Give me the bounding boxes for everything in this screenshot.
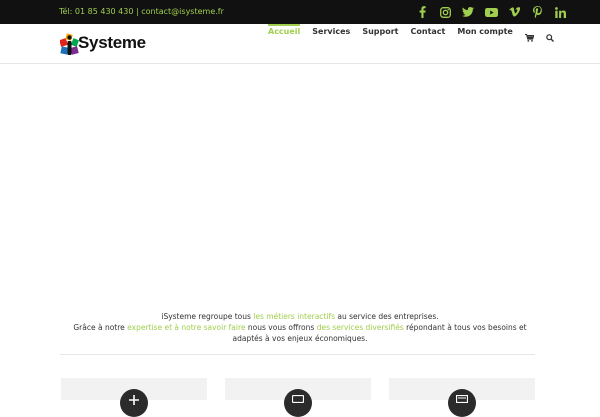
intro-line-2: Grâce à notre expertise et à notre savoi… xyxy=(73,323,527,343)
email-link[interactable]: contact@isysteme.fr xyxy=(141,7,224,16)
service-icon-2 xyxy=(284,389,312,417)
social-links xyxy=(413,4,569,20)
logo-mark-icon xyxy=(60,33,80,55)
service-icon-1 xyxy=(120,389,148,417)
section-divider xyxy=(60,354,535,355)
logo-wordmark: Systeme xyxy=(78,33,146,52)
contact-separator: | xyxy=(135,7,139,16)
phone-number[interactable]: Tél: 01 85 430 430 xyxy=(59,7,133,16)
facebook-icon[interactable] xyxy=(413,4,431,20)
link-services-diversifies[interactable]: des services diversifiés xyxy=(317,323,404,332)
nav-item-support[interactable]: Support xyxy=(362,24,398,40)
service-card-3[interactable] xyxy=(389,378,535,417)
cart-icon[interactable] xyxy=(524,24,535,42)
linkedin-icon[interactable] xyxy=(551,4,569,20)
intro-line-1: iSysteme regroupe tous les métiers inter… xyxy=(161,312,439,321)
link-metiers-interactifs[interactable]: les métiers interactifs xyxy=(253,312,335,321)
pinterest-icon[interactable] xyxy=(528,4,546,20)
contact-info: Tél: 01 85 430 430 | contact@isysteme.fr xyxy=(59,6,224,18)
site-logo[interactable]: Systeme xyxy=(60,30,152,58)
nav-item-accueil[interactable]: Accueil xyxy=(268,24,301,40)
link-expertise[interactable]: expertise et à notre savoir faire xyxy=(127,323,245,332)
service-card-1[interactable] xyxy=(61,378,207,417)
youtube-icon[interactable] xyxy=(482,4,500,20)
search-icon[interactable] xyxy=(546,24,554,42)
top-bar: Tél: 01 85 430 430 | contact@isysteme.fr xyxy=(0,0,600,24)
nav-item-mon-compte[interactable]: Mon compte xyxy=(457,24,513,40)
site-header: Systeme Accueil Services Support Contact… xyxy=(0,24,600,64)
nav-item-contact[interactable]: Contact xyxy=(411,24,446,40)
main-nav: Accueil Services Support Contact Mon com… xyxy=(268,24,566,42)
service-icon-3 xyxy=(448,389,476,417)
intro-text: iSysteme regroupe tous les métiers inter… xyxy=(60,311,540,344)
instagram-icon[interactable] xyxy=(436,4,454,20)
twitter-icon[interactable] xyxy=(459,4,477,20)
service-card-2[interactable] xyxy=(225,378,371,417)
nav-item-services[interactable]: Services xyxy=(312,24,350,40)
vimeo-icon[interactable] xyxy=(505,4,523,20)
